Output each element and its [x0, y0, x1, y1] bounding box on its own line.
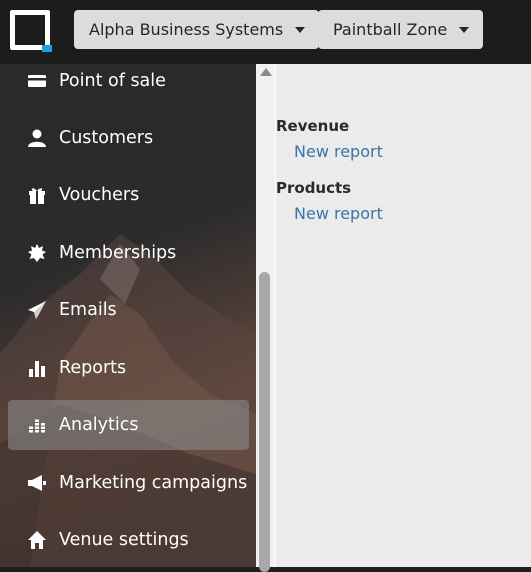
venue-dropdown-label: Paintball Zone — [333, 20, 448, 39]
sidebar-item-label: Memberships — [59, 243, 177, 263]
sidebar-item-customers[interactable]: Customers — [8, 113, 249, 163]
sidebar-item-vouchers[interactable]: Vouchers — [8, 170, 249, 220]
gift-icon — [25, 183, 49, 207]
app-logo[interactable] — [10, 10, 56, 56]
venue-dropdown[interactable]: Paintball Zone — [318, 10, 484, 49]
products-new-report-link[interactable]: New report — [294, 204, 383, 223]
badge-icon — [25, 241, 49, 265]
sidebar-item-label: Marketing campaigns — [59, 473, 248, 493]
megaphone-icon — [25, 471, 49, 495]
sidebar-item-label: Venue settings — [59, 530, 189, 550]
sidebar-item-label: Customers — [59, 128, 154, 148]
chevron-down-icon — [295, 26, 306, 33]
sidebar-item-marketing-campaigns[interactable]: Marketing campaigns — [8, 458, 249, 508]
sidebar-item-label: Reports — [59, 358, 127, 378]
sidebar-item-label: Emails — [59, 300, 117, 320]
sidebar-item-reports[interactable]: Reports — [8, 343, 249, 393]
home-icon — [25, 528, 49, 552]
scrollbar-thumb[interactable] — [259, 272, 270, 572]
revenue-new-report-link[interactable]: New report — [294, 142, 383, 161]
logo-square — [10, 10, 50, 50]
org-dropdown[interactable]: Alpha Business Systems — [74, 10, 320, 49]
user-icon — [25, 126, 49, 150]
section-title-products: Products — [276, 179, 352, 197]
chevron-down-icon — [459, 26, 470, 33]
logo-dot — [42, 45, 52, 52]
org-dropdown-label: Alpha Business Systems — [89, 20, 284, 39]
sidebar-item-venue-settings[interactable]: Venue settings — [8, 515, 249, 565]
scroll-up-arrow-icon[interactable] — [260, 68, 272, 76]
equalizer-icon — [25, 413, 49, 437]
bar-chart-icon — [25, 356, 49, 380]
sidebar-item-point-of-sale[interactable]: Point of sale — [8, 64, 249, 106]
top-bar: Alpha Business Systems Paintball Zone — [0, 0, 531, 64]
section-title-revenue: Revenue — [276, 117, 350, 135]
paper-plane-icon — [25, 298, 49, 322]
sidebar-item-label: Analytics — [59, 415, 139, 435]
sidebar-item-analytics[interactable]: Analytics — [8, 400, 249, 450]
sidebar-item-label: Vouchers — [59, 185, 140, 205]
credit-card-icon — [25, 69, 49, 93]
sidebar-item-memberships[interactable]: Memberships — [8, 228, 249, 278]
sidebar-scrollbar[interactable] — [256, 64, 275, 572]
sidebar-item-label: Point of sale — [59, 71, 166, 91]
main-content: Revenue New report Products New report — [275, 64, 531, 567]
sidebar-item-emails[interactable]: Emails — [8, 285, 249, 335]
sidebar: Point of sale Customers Vouchers Members… — [0, 64, 256, 567]
